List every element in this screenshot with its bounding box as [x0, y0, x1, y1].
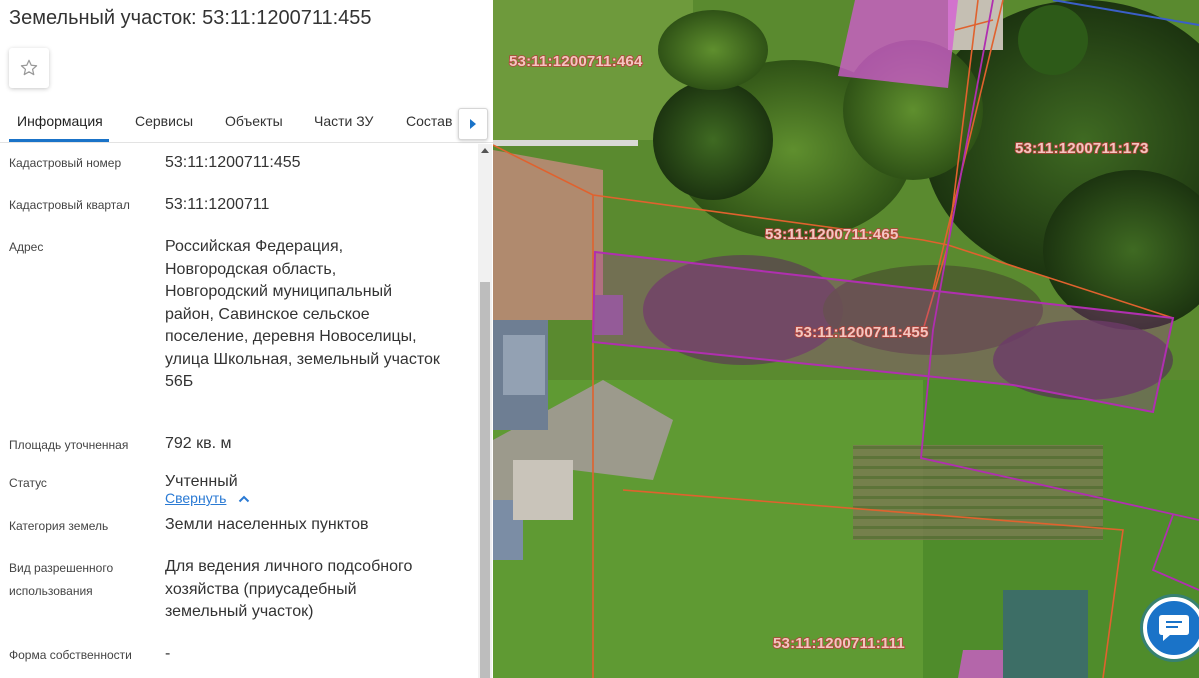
scroll-thumb[interactable]	[480, 282, 490, 678]
building-highlight	[838, 0, 958, 88]
active-tab-indicator	[9, 139, 109, 142]
sand-area	[493, 150, 603, 320]
tab-bar: Информация Сервисы Объекты Части ЗУ Сост…	[0, 101, 493, 143]
plot-label[interactable]: 53:11:1200711:455	[794, 323, 929, 342]
plot-label[interactable]: 53:11:1200711:173	[1014, 139, 1149, 158]
address-line: Новгородский муниципальный	[165, 283, 392, 300]
status-label: Статус	[9, 476, 47, 490]
chevron-up-icon[interactable]	[238, 495, 250, 503]
favorite-button[interactable]	[9, 48, 49, 88]
tab-composition[interactable]: Состав	[406, 113, 452, 129]
map-view[interactable]: 53:11:1200711:464 53:11:1200711:173 53:1…	[493, 0, 1199, 678]
status-value: Учтенный	[165, 473, 238, 490]
info-list: Кадастровый номер 53:11:1200711:455 Када…	[0, 144, 476, 678]
area-value: 792 кв. м	[165, 435, 232, 452]
tree	[658, 10, 768, 90]
usage-value-line: хозяйства (приусадебный	[165, 580, 357, 598]
tabs-next-button[interactable]	[458, 108, 488, 140]
chevron-right-icon	[470, 119, 476, 129]
usage-value: Для ведения личного подсобного хозяйства…	[165, 556, 465, 624]
usage-label-line: Вид разрешенного	[9, 561, 114, 575]
address-line: улица Школьная, земельный участок	[165, 350, 440, 368]
address-line: 56Б	[165, 373, 194, 390]
building	[513, 460, 573, 520]
address-value: Российская Федерация, Новгородская облас…	[165, 236, 465, 394]
tab-parcel-parts[interactable]: Части ЗУ	[314, 113, 373, 129]
star-icon	[20, 59, 38, 76]
usage-value-line: Для ведения личного подсобного	[165, 558, 413, 575]
address-label: Адрес	[9, 240, 44, 254]
address-line: поселение, деревня Новоселицы,	[165, 328, 417, 345]
usage-value-line: земельный участок)	[165, 603, 314, 620]
building	[1003, 590, 1088, 678]
plot-label[interactable]: 53:11:1200711:111	[772, 634, 905, 653]
plot-label[interactable]: 53:11:1200711:465	[764, 225, 899, 244]
tree	[1018, 5, 1088, 75]
category-value: Земли населенных пунктов	[165, 516, 369, 533]
page-title: Земельный участок: 53:11:1200711:455	[9, 7, 372, 29]
area-label: Площадь уточненная	[9, 438, 129, 452]
building-highlight	[958, 650, 1003, 678]
chat-button[interactable]	[1143, 597, 1199, 659]
chat-icon	[1159, 615, 1189, 641]
cad-number-value: 53:11:1200711:455	[165, 154, 301, 171]
address-line: район, Савинское сельское	[165, 305, 370, 323]
tab-services[interactable]: Сервисы	[135, 113, 193, 129]
cad-quarter-value: 53:11:1200711	[165, 196, 270, 213]
address-line: Новгородская область,	[165, 260, 337, 278]
info-panel: Земельный участок: 53:11:1200711:455 Инф…	[0, 0, 493, 678]
ownership-value: -	[165, 645, 171, 662]
tab-objects[interactable]: Объекты	[225, 113, 283, 129]
ownership-label: Форма собственности	[9, 648, 132, 662]
tree	[653, 80, 773, 200]
cad-number-label: Кадастровый номер	[9, 156, 122, 170]
tab-information[interactable]: Информация	[17, 113, 103, 129]
usage-label: Вид разрешенного использования	[9, 557, 159, 603]
scroll-up-arrow-icon[interactable]	[481, 148, 489, 153]
plot-label[interactable]: 53:11:1200711:464	[508, 52, 643, 71]
usage-label-line: использования	[9, 584, 93, 598]
satellite-map[interactable]: 53:11:1200711:464 53:11:1200711:173 53:1…	[493, 0, 1199, 678]
category-label: Категория земель	[9, 519, 109, 533]
cad-quarter-label: Кадастровый квартал	[9, 198, 130, 212]
address-line: Российская Федерация,	[165, 238, 344, 255]
fence	[493, 140, 638, 146]
building	[503, 335, 545, 395]
info-scrollbar[interactable]	[478, 144, 492, 678]
